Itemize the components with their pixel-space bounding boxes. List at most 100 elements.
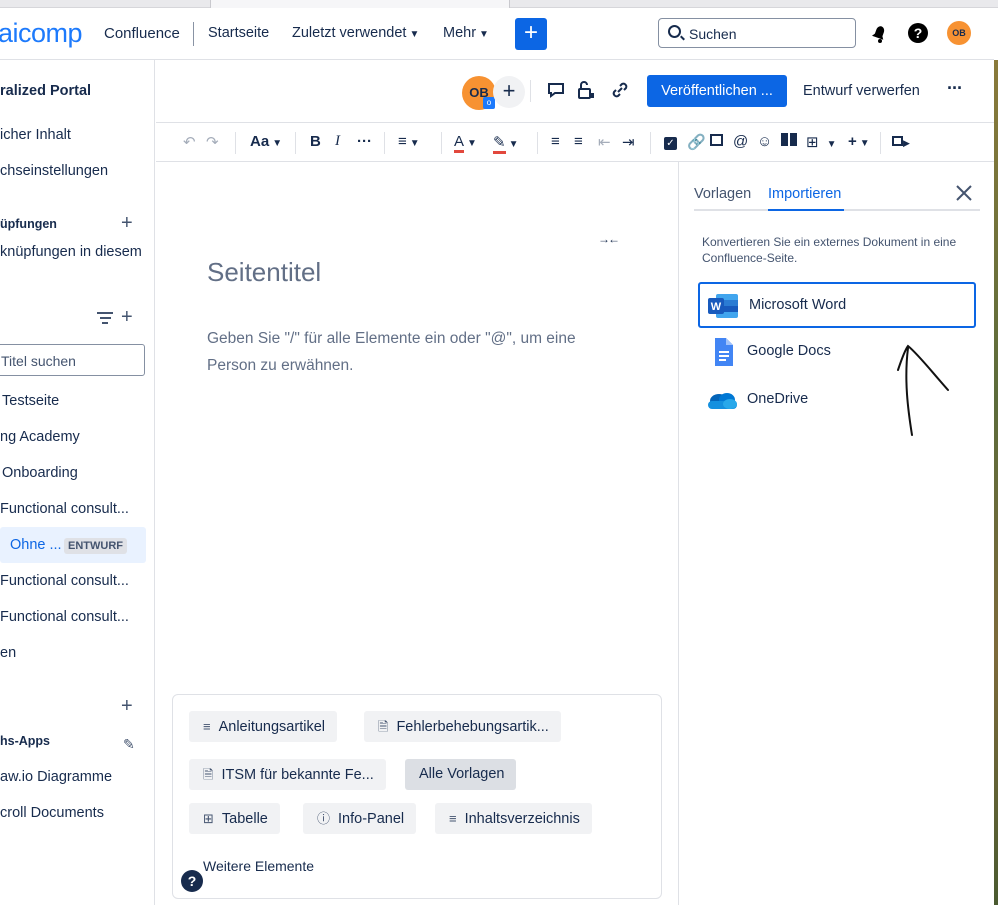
- apps-heading: hs-Apps: [0, 734, 50, 748]
- help-icon[interactable]: ?: [908, 23, 928, 43]
- hand-drawn-arrow-annotation: [897, 344, 949, 436]
- tree-item-active[interactable]: Ohne ... ENTWURF: [0, 527, 146, 563]
- sidebar-item-content[interactable]: icher Inhalt: [0, 127, 71, 143]
- import-source-label: Microsoft Word: [749, 297, 847, 313]
- indent-icon[interactable]: ⇥: [622, 133, 635, 153]
- import-description: Konvertieren Sie ein externes Dokument i…: [702, 235, 957, 265]
- list-icon: ≡: [203, 719, 211, 734]
- page-title-search-placeholder: Titel suchen: [1, 353, 76, 369]
- space-title[interactable]: ralized Portal: [0, 83, 91, 99]
- text-color-dropdown[interactable]: A ▼: [454, 133, 477, 153]
- browser-tab[interactable]: [210, 0, 510, 8]
- filter-icon[interactable]: [97, 312, 113, 324]
- link-icon[interactable]: 🔗: [687, 133, 706, 153]
- bold-button[interactable]: B: [310, 133, 321, 153]
- toolbar-divider: [384, 132, 385, 154]
- alignment-dropdown[interactable]: ≡ ▼: [398, 133, 420, 153]
- product-logo[interactable]: aicomp: [0, 18, 83, 49]
- chevron-down-icon: ▼: [826, 139, 837, 150]
- page-body-input[interactable]: Geben Sie "/" für alle Elemente ein oder…: [207, 325, 617, 379]
- user-avatar[interactable]: OB: [947, 21, 971, 45]
- header-divider: [530, 80, 531, 102]
- collapse-width-icon[interactable]: →←: [598, 232, 620, 246]
- tree-item[interactable]: ng Academy: [0, 429, 80, 445]
- nav-zuletzt-verwendet[interactable]: Zuletzt verwendet ▼: [292, 25, 419, 41]
- google-docs-icon: [715, 338, 733, 366]
- page-title-input[interactable]: Seitentitel: [207, 257, 321, 288]
- template-troubleshooting[interactable]: 🗎 Fehlerbehebungsartik...: [364, 711, 561, 742]
- tree-item[interactable]: en: [0, 645, 16, 661]
- discard-draft-button[interactable]: Entwurf verwerfen: [803, 83, 920, 99]
- search-input[interactable]: Suchen: [658, 18, 856, 48]
- close-icon[interactable]: [955, 184, 973, 202]
- link-icon[interactable]: [610, 80, 630, 100]
- chevron-down-icon: ▼: [409, 138, 420, 149]
- chevron-down-icon: ▼: [508, 139, 519, 150]
- create-button[interactable]: +: [515, 18, 547, 50]
- nav-divider: [193, 22, 194, 46]
- product-name[interactable]: Confluence: [104, 25, 180, 42]
- nav-mehr[interactable]: Mehr ▼: [443, 25, 489, 41]
- import-panel: Vorlagen Importieren Konvertieren Sie ei…: [678, 162, 994, 905]
- insert-toc-button[interactable]: ≡ Inhaltsverzeichnis: [435, 803, 592, 834]
- template-label: Inhaltsverzeichnis: [464, 811, 580, 827]
- notification-bell-icon[interactable]: [869, 24, 889, 44]
- template-how-to-article[interactable]: ≡ Anleitungsartikel: [189, 711, 337, 742]
- add-page-icon[interactable]: +: [121, 306, 133, 329]
- image-icon[interactable]: [710, 133, 723, 153]
- bullet-list-icon[interactable]: ≡: [551, 133, 560, 153]
- template-suggestions-panel: ≡ Anleitungsartikel 🗎 Fehlerbehebungsartik…: [172, 694, 662, 899]
- highlight-dropdown[interactable]: ✎ ▼: [493, 133, 519, 154]
- video-icon[interactable]: ▶: [892, 133, 910, 153]
- outdent-icon[interactable]: ⇤: [598, 133, 611, 153]
- mention-icon[interactable]: @: [733, 133, 748, 153]
- page-title-search-input[interactable]: Titel suchen: [0, 344, 145, 376]
- more-formatting-button[interactable]: ···: [357, 133, 372, 153]
- tab-import[interactable]: Importieren: [768, 186, 841, 202]
- table-dropdown[interactable]: ⊞ ▼: [806, 133, 836, 153]
- chevron-down-icon: ▼: [467, 138, 477, 149]
- insert-dropdown[interactable]: + ▼: [848, 133, 870, 153]
- add-app-icon[interactable]: +: [121, 695, 133, 718]
- app-item-scroll-documents[interactable]: croll Documents: [0, 805, 104, 821]
- search-placeholder: Suchen: [689, 26, 737, 42]
- toolbar-divider: [235, 132, 236, 154]
- sidebar-item-settings[interactable]: chseinstellungen: [0, 163, 108, 179]
- toolbar-divider: [880, 132, 881, 154]
- invite-button[interactable]: +: [493, 76, 525, 108]
- more-elements-link[interactable]: Weitere Elemente: [203, 858, 314, 874]
- browser-tab-strip: [0, 0, 998, 8]
- import-source-label: OneDrive: [747, 391, 809, 407]
- insert-table-button[interactable]: ⊞ Tabelle: [189, 803, 280, 834]
- more-actions-icon[interactable]: ···: [947, 78, 963, 99]
- comment-icon[interactable]: [546, 80, 566, 100]
- insert-info-panel-button[interactable]: ⓘ Info-Panel: [303, 803, 417, 834]
- svg-text:W: W: [711, 301, 722, 313]
- all-templates-button[interactable]: Alle Vorlagen: [405, 759, 517, 790]
- app-item-drawio[interactable]: aw.io Diagramme: [0, 769, 112, 785]
- tree-item[interactable]: Onboarding: [2, 465, 78, 481]
- edit-pencil-icon[interactable]: ✎: [123, 736, 135, 753]
- help-icon[interactable]: ?: [181, 870, 203, 892]
- template-itsm[interactable]: 🗎 ITSM für bekannte Fe...: [189, 759, 386, 790]
- add-shortcut-icon[interactable]: +: [121, 212, 133, 235]
- tree-item[interactable]: Functional consult...: [0, 573, 129, 589]
- text-style-dropdown[interactable]: Aa ▼: [250, 133, 282, 153]
- tree-item[interactable]: Functional consult...: [0, 501, 129, 517]
- tree-item[interactable]: Testseite: [2, 393, 59, 409]
- nav-startseite[interactable]: Startseite: [208, 25, 269, 41]
- text-style-label: Aa: [250, 133, 270, 150]
- task-checkbox-icon[interactable]: ✓: [664, 133, 677, 153]
- chevron-down-icon: ▼: [859, 138, 870, 149]
- numbered-list-icon[interactable]: ≡: [574, 133, 583, 153]
- italic-button[interactable]: I: [335, 133, 340, 153]
- import-source-word[interactable]: W Microsoft Word: [698, 282, 976, 328]
- unlock-icon[interactable]: [576, 80, 596, 100]
- undo-icon[interactable]: ↶: [183, 133, 196, 153]
- tab-templates[interactable]: Vorlagen: [694, 186, 751, 202]
- publish-button[interactable]: Veröffentlichen ...: [647, 75, 787, 107]
- tree-item[interactable]: Functional consult...: [0, 609, 129, 625]
- emoji-icon[interactable]: ☺: [757, 133, 772, 153]
- layouts-icon[interactable]: [781, 133, 797, 153]
- redo-icon[interactable]: ↷: [206, 133, 219, 153]
